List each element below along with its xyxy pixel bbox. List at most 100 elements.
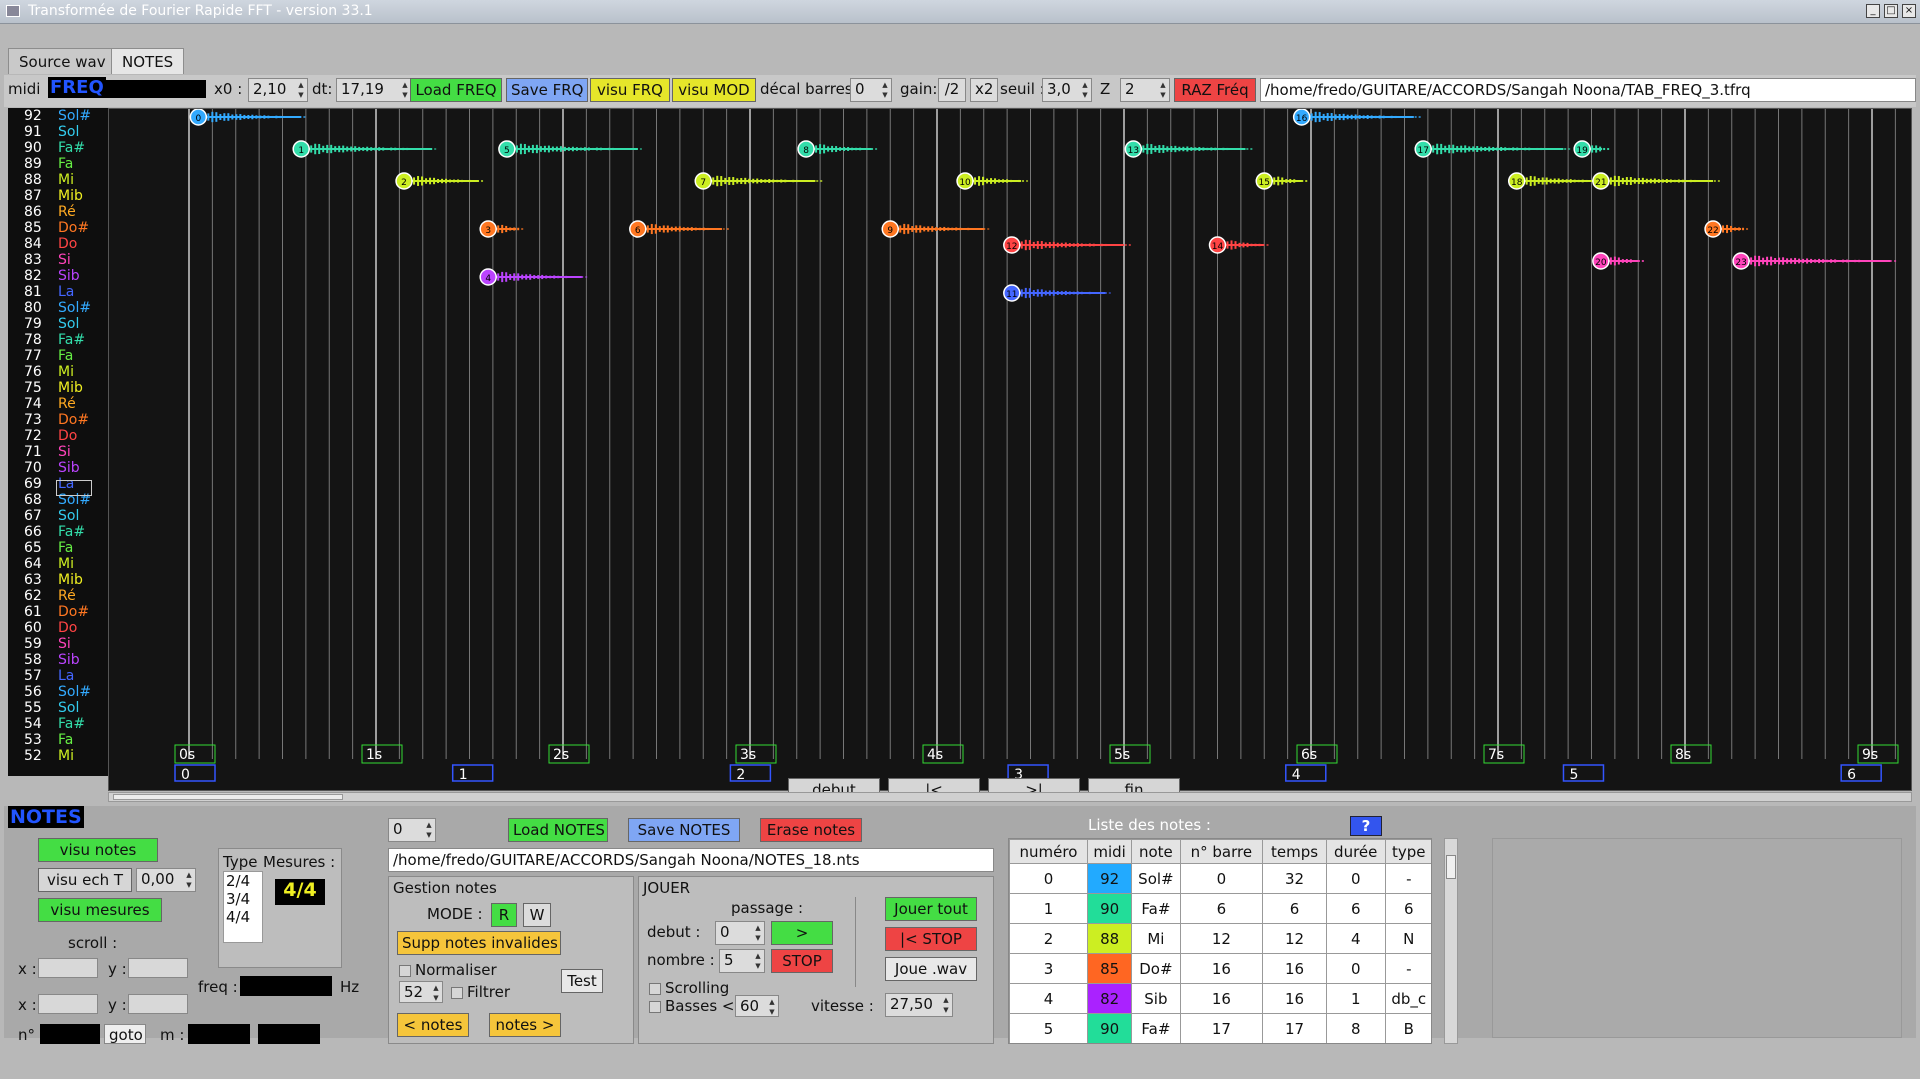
notes-row[interactable]: 3 85 Do# 16 16 0- <box>1009 953 1431 984</box>
visu-notes-button[interactable]: visu notes <box>38 838 158 862</box>
type-list[interactable]: 2/4 3/4 4/4 <box>223 871 263 943</box>
note-marker-label: 18 <box>1511 178 1523 188</box>
scroll-y-field[interactable] <box>128 958 188 978</box>
notes-cell: Mi <box>1131 923 1181 954</box>
ech-spinbox[interactable]: 0,00 ▲ ▼ <box>136 868 196 892</box>
basses-checkbox[interactable]: Basses < <box>649 997 735 1015</box>
visu-frq-button[interactable]: visu FRQ <box>590 78 670 102</box>
decal-spinbox[interactable]: 0 ▲ ▼ <box>850 78 892 102</box>
test-button[interactable]: Test <box>561 969 603 993</box>
notes-spinbox[interactable]: 0 ▲ ▼ <box>388 818 436 842</box>
nombre-spinbox[interactable]: 5 ▲ ▼ <box>719 949 765 973</box>
type-4-4[interactable]: 4/4 <box>224 908 262 926</box>
notes-list-scrollbar[interactable] <box>1444 838 1458 1044</box>
note-marker-label: 3 <box>485 226 491 236</box>
freq-toolbar: midi FREQ x0 : 2,10 ▲ ▼ dt: 17,19 ▲ ▼ Load F… <box>4 75 1916 107</box>
measure-field[interactable] <box>188 1024 250 1044</box>
load-freq-button[interactable]: Load FREQ <box>410 78 502 102</box>
notes-cell: 82 <box>1086 983 1133 1014</box>
horizontal-scrollbar[interactable] <box>108 792 1912 802</box>
jouer-tout-button[interactable]: Jouer tout <box>885 897 977 921</box>
debut-spinbox[interactable]: 0 ▲ ▼ <box>715 921 765 945</box>
note-marker-label: 23 <box>1735 258 1746 268</box>
tab-notes[interactable]: NOTES <box>111 48 185 74</box>
pitch-name: Do <box>58 236 78 252</box>
notes-cell: - <box>1384 953 1431 984</box>
notes-header-cell[interactable]: n° barre <box>1179 839 1264 864</box>
stop-passage-button[interactable]: STOP <box>771 949 833 973</box>
notes-row[interactable]: 5 90 Fa# 17 17 8 B <box>1009 1013 1431 1043</box>
notes-row[interactable]: 1 90 Fa# 6 6 6 6 <box>1009 893 1431 924</box>
joue-wav-button[interactable]: Joue .wav <box>885 957 977 981</box>
bar-label: 0 <box>181 767 190 783</box>
x0-spinbox[interactable]: 2,10 ▲ ▼ <box>248 78 308 102</box>
pitch-row: 56 Sol# <box>8 684 108 700</box>
stop-all-button[interactable]: |< STOP <box>885 927 977 951</box>
notes-row[interactable]: 2 88 Mi 12 12 4 N <box>1009 923 1431 954</box>
scroll-y2-field[interactable] <box>128 994 188 1014</box>
fft-plot[interactable]: 0 1 2 3 4 5 6 7 8 9 10 11 12 13 14 15 16 17 18 19 20 21 22 23 0s… <box>108 108 1912 791</box>
load-notes-button[interactable]: Load NOTES <box>508 818 608 842</box>
notes-header-cell[interactable]: durée <box>1325 839 1386 864</box>
erase-notes-button[interactable]: Erase notes <box>760 818 862 842</box>
save-notes-button[interactable]: Save NOTES <box>628 818 740 842</box>
mode-w-button[interactable]: W <box>523 903 551 927</box>
visu-mod-button[interactable]: visu MOD <box>672 78 756 102</box>
seuil-spinbox[interactable]: 3,0 ▲ ▼ <box>1042 78 1092 102</box>
play-passage-button[interactable]: > <box>771 921 833 945</box>
notes-header-cell[interactable]: type <box>1384 839 1431 864</box>
prev-notes-button[interactable]: < notes <box>397 1013 469 1037</box>
tab-source-wav[interactable]: Source wav <box>8 48 117 74</box>
mode-r-button[interactable]: R <box>491 903 517 927</box>
visu-mesures-button[interactable]: visu mesures <box>38 898 162 922</box>
notes-header-cell[interactable]: note <box>1131 839 1181 864</box>
notes-cell: Fa# <box>1131 893 1181 924</box>
z-spinbox[interactable]: 2 ▲ ▼ <box>1120 78 1170 102</box>
scrolling-checkbox[interactable]: Scrolling <box>649 979 729 997</box>
freq-file-path[interactable]: /home/fredo/GUITARE/ACCORDS/Sangah Noona… <box>1260 78 1916 102</box>
help-button[interactable]: ? <box>1350 816 1382 836</box>
note-marker-label: 12 <box>1006 242 1017 252</box>
save-frq-button[interactable]: Save FRQ <box>506 78 588 102</box>
notes-cell: 6 <box>1262 893 1327 924</box>
notes-row[interactable]: 4 82 Sib 16 16 1 db_c <box>1009 983 1431 1014</box>
notes-file-path[interactable]: /home/fredo/GUITARE/ACCORDS/Sangah Noona… <box>388 848 994 872</box>
visu-ech-button[interactable]: visu ech T <box>38 868 132 892</box>
vitesse-spinbox[interactable]: 27,50 ▲ ▼ <box>885 993 953 1017</box>
type-3-4[interactable]: 3/4 <box>224 890 262 908</box>
normaliser-spinbox[interactable]: 52 ▲ ▼ <box>399 981 443 1003</box>
normaliser-checkbox[interactable]: Normaliser <box>399 961 497 979</box>
scroll-x-field[interactable] <box>38 958 98 978</box>
pitch-row: 79 Sol <box>8 316 108 332</box>
dt-spinbox[interactable]: 17,19 ▲ ▼ <box>336 78 412 102</box>
next-notes-button[interactable]: notes > <box>489 1013 561 1037</box>
basses-spinbox[interactable]: 60 ▲ ▼ <box>735 995 779 1017</box>
goto-button[interactable]: goto <box>104 1024 146 1044</box>
spectrogram-canvas[interactable]: 012345678910111213141516171819202122230s… <box>109 109 1912 791</box>
scroll-x2-field[interactable] <box>38 994 98 1014</box>
raz-freq-button[interactable]: RAZ Fréq <box>1174 78 1256 102</box>
notes-cell: 3 <box>1009 953 1088 984</box>
notes-cell: Fa# <box>1131 1013 1181 1043</box>
gain-x2-button[interactable]: x2 <box>970 78 998 102</box>
note-number-field[interactable] <box>40 1024 100 1044</box>
type-2-4[interactable]: 2/4 <box>224 872 262 890</box>
minimize-icon[interactable]: _ <box>1866 4 1880 18</box>
measure-field-2[interactable] <box>258 1024 320 1044</box>
supp-notes-button[interactable]: Supp notes invalides <box>397 931 561 955</box>
notes-cell: 90 <box>1086 1013 1133 1043</box>
notes-header-cell[interactable]: numéro <box>1009 839 1088 864</box>
gain-div2-button[interactable]: /2 <box>938 78 966 102</box>
pitch-row: 90 Fa# <box>8 140 108 156</box>
pitch-row: 75 Mib <box>8 380 108 396</box>
maximize-icon[interactable]: □ <box>1884 4 1898 18</box>
notes-list[interactable]: numéro midi note n° barre temps durée type 0 92… <box>1008 838 1432 1044</box>
notes-header-cell[interactable]: temps <box>1262 839 1327 864</box>
pitch-row: 78 Fa# <box>8 332 108 348</box>
notes-row[interactable]: 0 92 Sol# 0 32 0- <box>1009 863 1431 894</box>
notes-cell: 2 <box>1009 923 1088 954</box>
filtrer-checkbox[interactable]: Filtrer <box>451 983 510 1001</box>
notes-header-cell[interactable]: midi <box>1086 839 1133 864</box>
notes-cell: 0 <box>1009 863 1088 894</box>
close-icon[interactable]: × <box>1902 4 1916 18</box>
